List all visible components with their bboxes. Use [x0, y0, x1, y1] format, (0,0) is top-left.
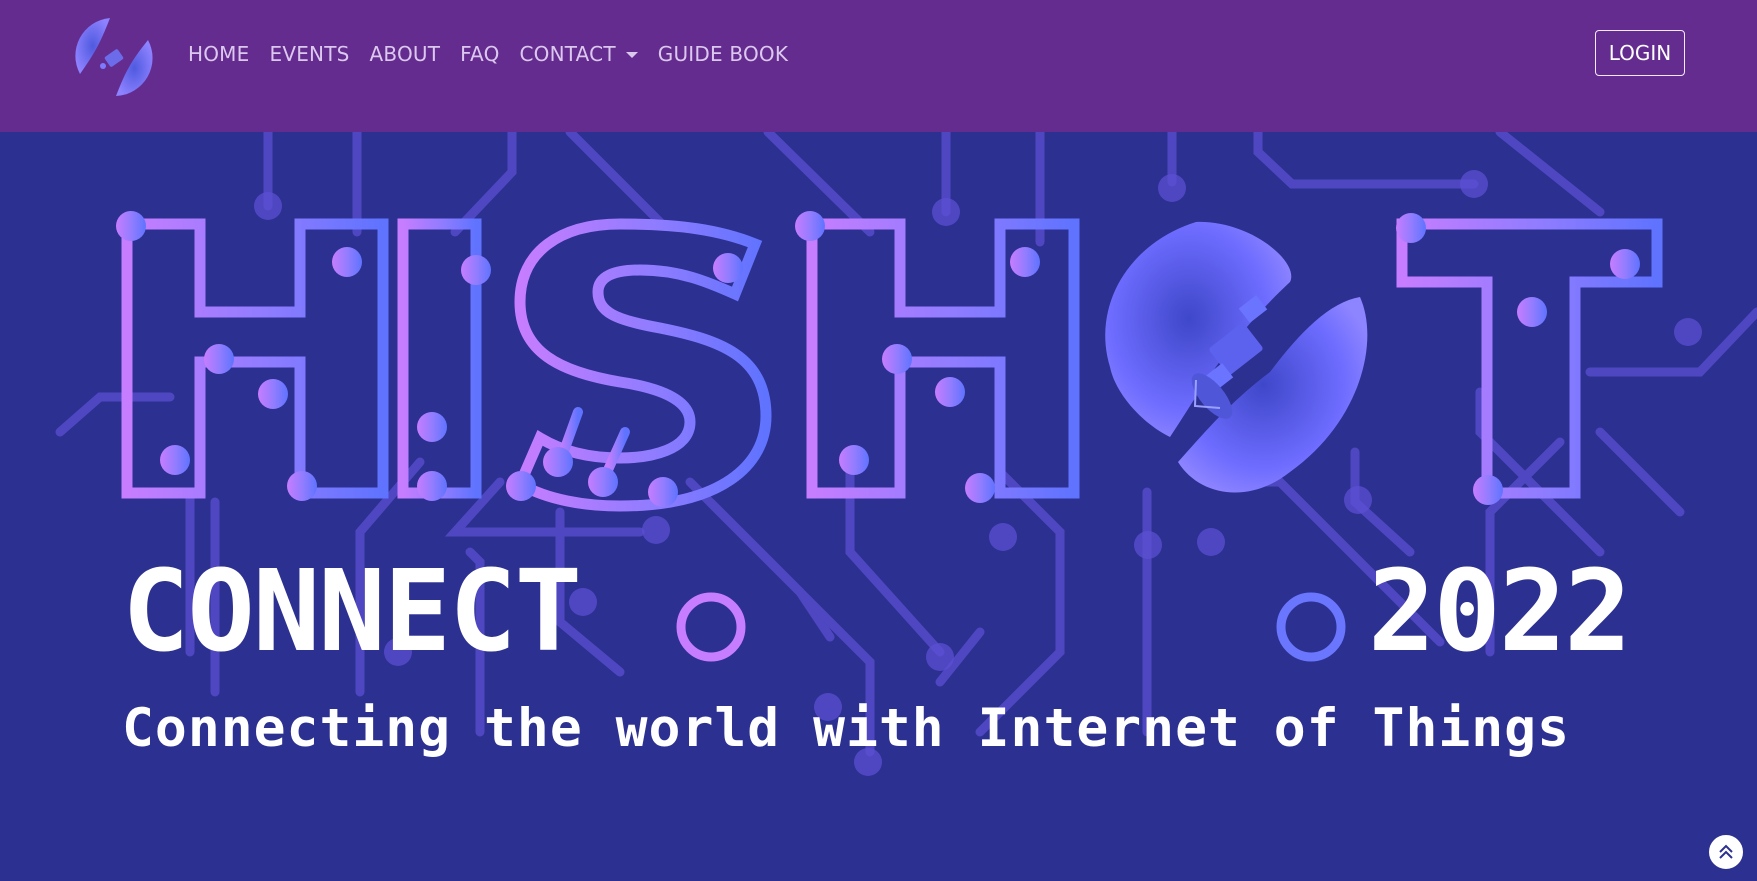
- nav-links: HOME EVENTS ABOUT FAQ CONTACT GUIDE BOOK: [188, 42, 788, 66]
- nav-guide-book[interactable]: GUIDE BOOK: [658, 42, 788, 66]
- satellite-planet-icon: [1105, 221, 1368, 493]
- hero-banner: CONNECT 2022 Connecting the world with I…: [0, 132, 1757, 881]
- hero-subtitle-connect: CONNECT: [122, 547, 582, 677]
- hero-graphic: [55, 132, 1757, 776]
- nav-faq[interactable]: FAQ: [460, 42, 499, 66]
- nav-about[interactable]: ABOUT: [370, 42, 441, 66]
- login-button[interactable]: LOGIN: [1595, 30, 1685, 76]
- hero-subtitle-year: 2022: [1368, 547, 1632, 677]
- nav-home[interactable]: HOME: [188, 42, 249, 66]
- hero-tagline: Connecting the world with Internet of Th…: [122, 698, 1570, 759]
- caret-down-icon: [625, 52, 638, 58]
- double-chevron-up-icon: [1719, 844, 1733, 859]
- scroll-to-top-button[interactable]: [1708, 834, 1744, 870]
- nav-events[interactable]: EVENTS: [269, 42, 349, 66]
- nav-contact-dropdown[interactable]: CONTACT: [520, 42, 638, 66]
- satellite-logo-icon[interactable]: [70, 14, 156, 100]
- navbar: HOME EVENTS ABOUT FAQ CONTACT GUIDE BOOK…: [0, 0, 1757, 132]
